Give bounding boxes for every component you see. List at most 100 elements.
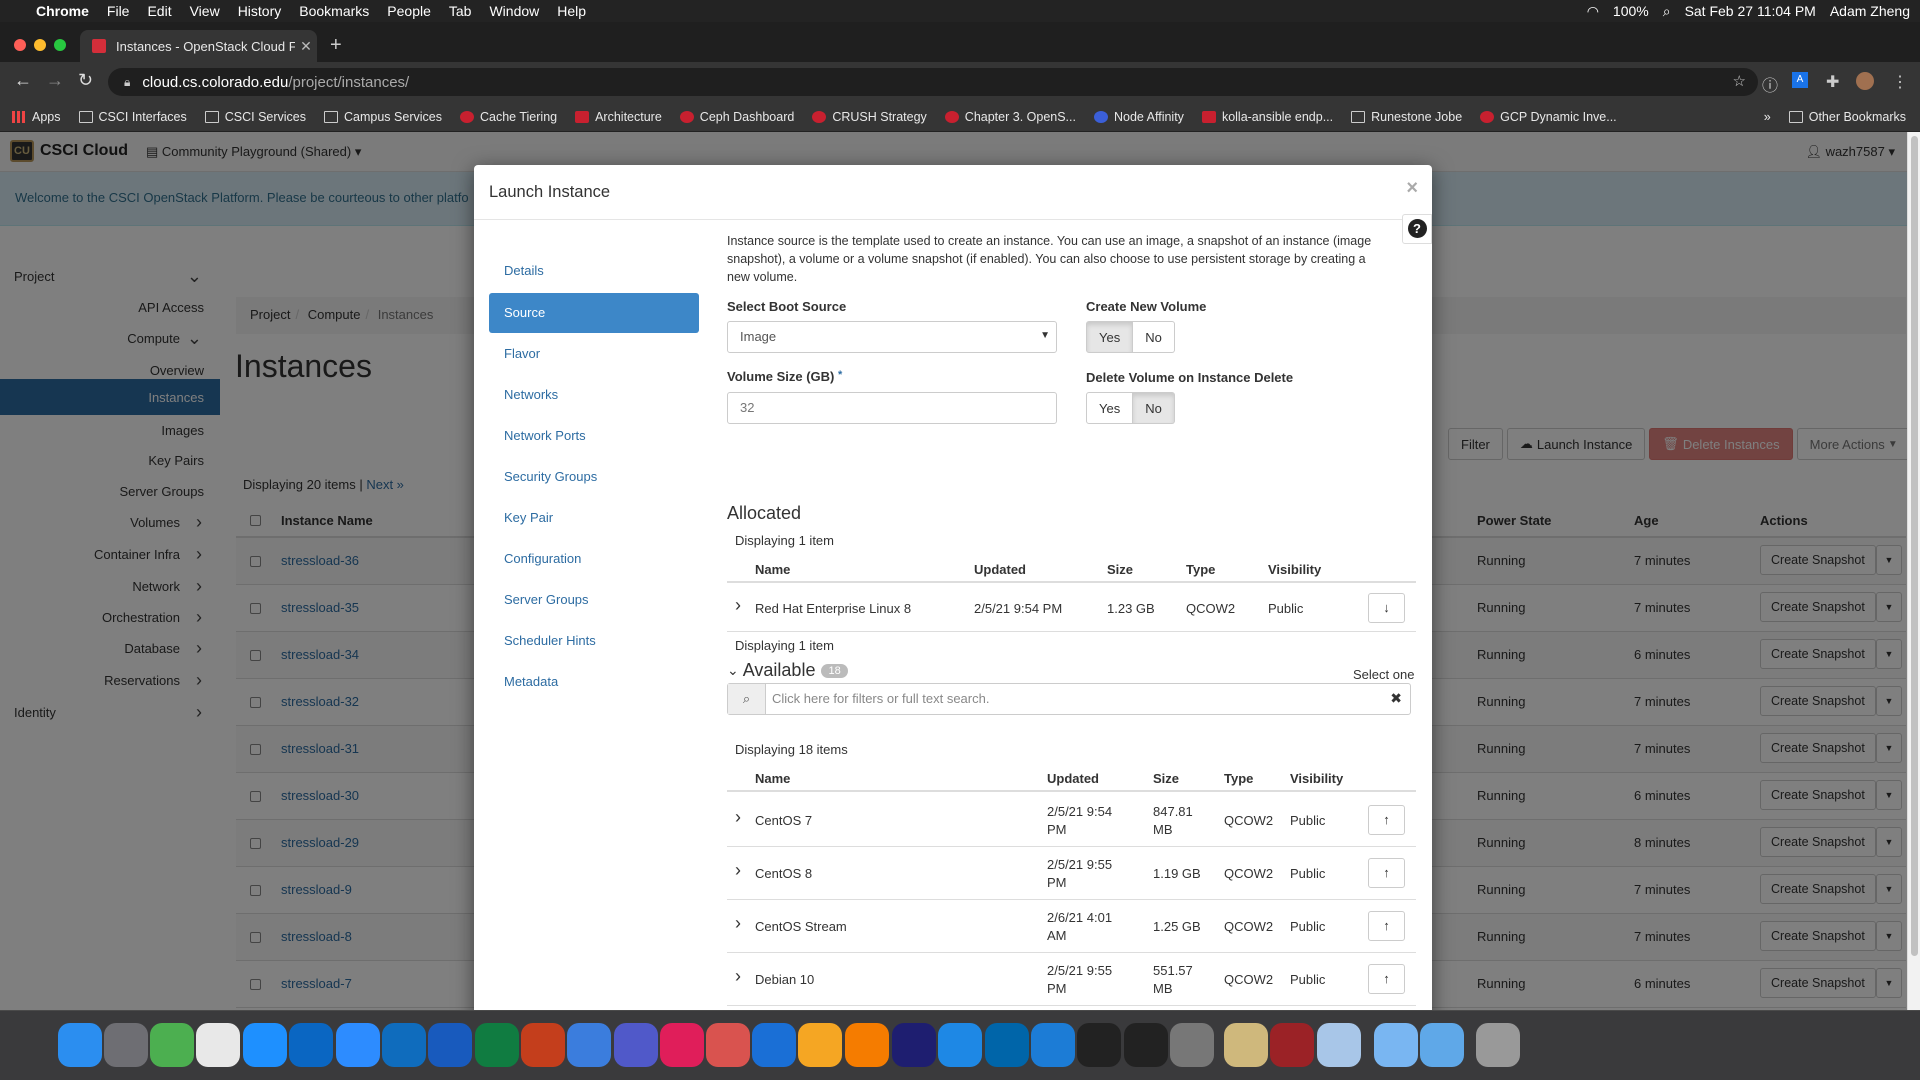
- extension-translate-icon[interactable]: A: [1792, 72, 1808, 88]
- wizard-step-metadata[interactable]: Metadata: [489, 662, 699, 702]
- close-tab-icon[interactable]: ✕: [295, 38, 317, 55]
- clock[interactable]: Sat Feb 27 11:04 PM: [1685, 3, 1816, 19]
- wizard-step-configuration[interactable]: Configuration: [489, 539, 699, 579]
- expand-chevron-icon[interactable]: ›: [735, 595, 741, 616]
- 1password-dock-icon[interactable]: [289, 1023, 333, 1067]
- available-col-updated[interactable]: Updated: [1047, 771, 1099, 786]
- zoom-dock-icon[interactable]: [336, 1023, 380, 1067]
- activity-monitor-dock-icon[interactable]: [1077, 1023, 1121, 1067]
- chrome-menu-icon[interactable]: ⋮: [1892, 72, 1908, 92]
- available-search-input[interactable]: ⌕ Click here for filters or full text se…: [727, 683, 1411, 715]
- bookmark-12[interactable]: GCP Dynamic Inve...: [1480, 110, 1617, 124]
- address-bar[interactable]: 🔒︎ cloud.cs.colorado.edu/project/instanc…: [108, 68, 1758, 96]
- delete-volume-yes[interactable]: Yes: [1086, 392, 1134, 424]
- menu-tab[interactable]: Tab: [440, 3, 481, 19]
- browser-tab[interactable]: Instances - OpenStack Cloud F ✕: [80, 30, 317, 62]
- allocated-col-updated[interactable]: Updated: [974, 562, 1026, 577]
- allocate-arrow-up-icon[interactable]: ↑: [1368, 805, 1405, 835]
- allocated-col-size[interactable]: Size: [1107, 562, 1133, 577]
- spotify-dock-icon[interactable]: [845, 1023, 889, 1067]
- volume-size-input[interactable]: 32: [727, 392, 1057, 424]
- delete-volume-no[interactable]: No: [1133, 392, 1175, 424]
- powerpoint-dock-icon[interactable]: [521, 1023, 565, 1067]
- xcode-dock-icon[interactable]: [1031, 1023, 1075, 1067]
- extension-info-icon[interactable]: ⓘ: [1762, 72, 1778, 96]
- back-icon[interactable]: ←: [14, 70, 32, 91]
- wizard-step-key-pair[interactable]: Key Pair: [489, 498, 699, 538]
- menu-file[interactable]: File: [98, 3, 139, 19]
- teams-dock-icon[interactable]: [614, 1023, 658, 1067]
- bookmark-2[interactable]: CSCI Services: [204, 110, 306, 124]
- menu-bookmarks[interactable]: Bookmarks: [290, 3, 378, 19]
- outlook-dock-icon[interactable]: [382, 1023, 426, 1067]
- downloads-dock-icon[interactable]: [1420, 1023, 1464, 1067]
- other-bookmarks[interactable]: Other Bookmarks: [1788, 110, 1906, 124]
- available-section-toggle[interactable]: ⌄ Available 18: [727, 660, 848, 681]
- wifi-icon[interactable]: ︎◠: [1587, 3, 1599, 20]
- available-col-type[interactable]: Type: [1224, 771, 1253, 786]
- user-menu[interactable]: Adam Zheng: [1830, 3, 1910, 19]
- remote-desktop-dock-icon[interactable]: [706, 1023, 750, 1067]
- deallocate-arrow-down-icon[interactable]: ↓: [1368, 593, 1405, 623]
- maps-dock-icon[interactable]: [150, 1023, 194, 1067]
- bookmark-3[interactable]: Campus Services: [324, 110, 442, 124]
- allocated-col-name[interactable]: Name: [755, 562, 790, 577]
- wizard-step-server-groups[interactable]: Server Groups: [489, 580, 699, 620]
- safari-dock-icon[interactable]: [243, 1023, 287, 1067]
- wizard-step-networks[interactable]: Networks: [489, 375, 699, 415]
- wizard-step-details[interactable]: Details: [489, 251, 699, 291]
- bookmark-star-icon[interactable]: ☆: [1733, 72, 1746, 90]
- system-preferences-dock-icon[interactable]: [1170, 1023, 1214, 1067]
- cu-dock-icon[interactable]: [1224, 1023, 1268, 1067]
- bookmark-9[interactable]: Node Affinity: [1093, 110, 1184, 124]
- create-volume-no[interactable]: No: [1133, 321, 1175, 353]
- available-col-size[interactable]: Size: [1153, 771, 1179, 786]
- battery-label[interactable]: 100%: [1613, 3, 1649, 19]
- keynote-dock-icon[interactable]: [567, 1023, 611, 1067]
- zoom-window-button[interactable]: [54, 39, 66, 51]
- bookmark-10[interactable]: kolla-ansible endp...: [1201, 110, 1333, 124]
- preview-dock-icon[interactable]: [1317, 1023, 1361, 1067]
- menu-history[interactable]: History: [229, 3, 291, 19]
- folder-dock-icon[interactable]: [1374, 1023, 1418, 1067]
- allocate-arrow-up-icon[interactable]: ↑: [1368, 911, 1405, 941]
- close-window-button[interactable]: [14, 39, 26, 51]
- forward-icon[interactable]: →: [46, 70, 64, 91]
- expand-chevron-icon[interactable]: ›: [735, 966, 741, 987]
- more-bookmarks-icon[interactable]: »: [1764, 110, 1771, 124]
- wizard-step-flavor[interactable]: Flavor: [489, 334, 699, 374]
- sketch-dock-icon[interactable]: [798, 1023, 842, 1067]
- extensions-puzzle-icon[interactable]: ✚: [1826, 72, 1839, 92]
- boot-source-select[interactable]: Image ▼: [727, 321, 1057, 353]
- menu-edit[interactable]: Edit: [138, 3, 180, 19]
- expand-chevron-icon[interactable]: ›: [735, 860, 741, 881]
- bookmark-7[interactable]: CRUSH Strategy: [812, 110, 927, 124]
- available-col-name[interactable]: Name: [755, 771, 790, 786]
- allocated-col-type[interactable]: Type: [1186, 562, 1215, 577]
- menu-people[interactable]: People: [378, 3, 440, 19]
- terminal-dock-icon[interactable]: [1124, 1023, 1168, 1067]
- new-tab-icon[interactable]: +: [330, 34, 342, 57]
- bookmark-6[interactable]: Ceph Dashboard: [679, 110, 794, 124]
- create-volume-yes[interactable]: Yes: [1086, 321, 1134, 353]
- dictionary-dock-icon[interactable]: [1270, 1023, 1314, 1067]
- vs-code-dock-icon[interactable]: [985, 1023, 1029, 1067]
- menu-chrome[interactable]: Chrome: [27, 3, 98, 19]
- wizard-step-scheduler-hints[interactable]: Scheduler Hints: [489, 621, 699, 661]
- premiere-dock-icon[interactable]: [892, 1023, 936, 1067]
- allocated-col-visibility[interactable]: Visibility: [1268, 562, 1321, 577]
- slack-dock-icon[interactable]: [660, 1023, 704, 1067]
- reload-icon[interactable]: ↻: [78, 70, 93, 91]
- close-icon[interactable]: ×: [1406, 177, 1418, 200]
- help-button[interactable]: ?: [1402, 214, 1432, 244]
- expand-chevron-icon[interactable]: ›: [735, 807, 741, 828]
- excel-dock-icon[interactable]: [475, 1023, 519, 1067]
- bookmark-8[interactable]: Chapter 3. OpenS...: [944, 110, 1076, 124]
- bookmark-4[interactable]: Cache Tiering: [459, 110, 557, 124]
- spotlight-icon[interactable]: ⌕: [1663, 3, 1671, 20]
- parallels-dock-icon[interactable]: [752, 1023, 796, 1067]
- wizard-step-source[interactable]: Source: [489, 293, 699, 333]
- expand-chevron-icon[interactable]: ›: [735, 913, 741, 934]
- word-dock-icon[interactable]: [428, 1023, 472, 1067]
- menu-view[interactable]: View: [181, 3, 229, 19]
